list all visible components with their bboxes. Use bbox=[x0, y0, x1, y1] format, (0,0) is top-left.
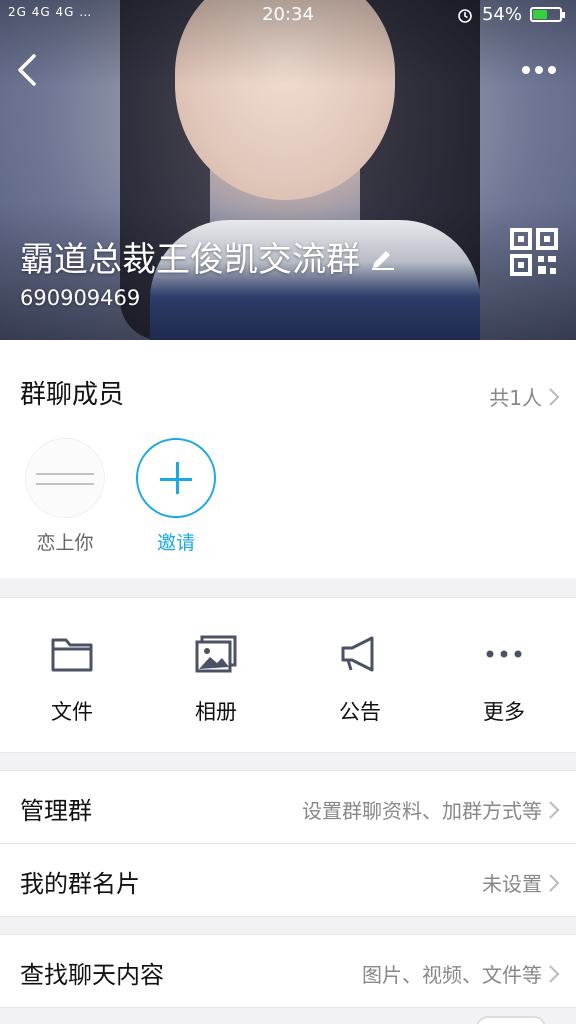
more-icon bbox=[486, 650, 522, 658]
avatar-scribble bbox=[36, 483, 94, 485]
qr-code-button[interactable] bbox=[510, 228, 558, 276]
qr-code-icon bbox=[510, 228, 558, 276]
manage-group-row[interactable]: 管理群 设置群聊资料、加群方式等 bbox=[0, 771, 576, 844]
invite-member-button[interactable]: 邀请 bbox=[126, 438, 226, 555]
group-id: 690909469 bbox=[20, 286, 141, 310]
action-label: 公告 bbox=[339, 700, 381, 724]
album-icon bbox=[195, 635, 237, 673]
settings-list: 管理群 设置群聊资料、加群方式等 我的群名片 未设置 bbox=[0, 770, 576, 917]
toggle-switch[interactable] bbox=[476, 1016, 546, 1024]
battery-fill bbox=[533, 10, 548, 19]
status-right: 54% bbox=[456, 4, 565, 25]
my-group-card-value-wrap: 未设置 bbox=[482, 868, 560, 897]
chevron-right-icon bbox=[549, 873, 560, 892]
more-dot-icon bbox=[535, 66, 543, 74]
chevron-right-icon bbox=[549, 387, 560, 406]
actions-bar: 文件 相册 公告 更多 bbox=[0, 597, 576, 753]
battery-percent: 54% bbox=[481, 4, 522, 25]
chevron-right-icon bbox=[549, 964, 560, 983]
my-group-card-row[interactable]: 我的群名片 未设置 bbox=[0, 844, 576, 917]
my-group-card-label: 我的群名片 bbox=[20, 870, 140, 898]
manage-group-value-wrap: 设置群聊资料、加群方式等 bbox=[302, 795, 560, 824]
alarm-icon bbox=[458, 8, 472, 23]
members-section: 群聊成员 共1人 恋上你 邀请 bbox=[0, 340, 576, 578]
folder-icon bbox=[51, 638, 93, 672]
status-bar: 2G 4G 4G … 20:34 54% bbox=[0, 0, 576, 30]
invite-label: 邀请 bbox=[156, 532, 195, 554]
search-list: 查找聊天内容 图片、视频、文件等 bbox=[0, 934, 576, 1008]
members-count-link[interactable]: 共1人 bbox=[489, 382, 560, 411]
avatar bbox=[25, 438, 105, 518]
battery-icon bbox=[530, 7, 565, 22]
members-title: 群聊成员 bbox=[20, 380, 125, 410]
action-announcement[interactable]: 公告 bbox=[288, 634, 432, 726]
action-label: 文件 bbox=[51, 700, 93, 724]
back-button[interactable] bbox=[12, 52, 42, 88]
more-options-button[interactable] bbox=[522, 60, 562, 80]
member-name: 恋上你 bbox=[36, 532, 94, 554]
manage-group-label: 管理群 bbox=[20, 797, 92, 825]
search-chat-row[interactable]: 查找聊天内容 图片、视频、文件等 bbox=[0, 935, 576, 1008]
avatar-scribble bbox=[36, 473, 94, 475]
edit-icon[interactable] bbox=[370, 244, 396, 270]
more-dot-icon bbox=[548, 66, 556, 74]
members-count: 共1人 bbox=[489, 386, 542, 410]
chevron-right-icon bbox=[549, 800, 560, 819]
search-chat-label: 查找聊天内容 bbox=[20, 961, 164, 989]
group-name: 霸道总裁王俊凯交流群 bbox=[20, 240, 360, 280]
my-group-card-value: 未设置 bbox=[482, 872, 542, 896]
action-files[interactable]: 文件 bbox=[0, 634, 144, 726]
action-album[interactable]: 相册 bbox=[144, 634, 288, 726]
announcement-icon bbox=[341, 636, 374, 672]
action-label: 更多 bbox=[483, 700, 525, 724]
back-arrow-icon bbox=[18, 54, 36, 86]
search-chat-value-wrap: 图片、视频、文件等 bbox=[362, 959, 560, 988]
plus-icon bbox=[136, 438, 216, 518]
more-dot-icon bbox=[522, 66, 530, 74]
manage-group-value: 设置群聊资料、加群方式等 bbox=[302, 799, 542, 823]
member-item[interactable]: 恋上你 bbox=[15, 438, 115, 555]
group-name-row[interactable]: 霸道总裁王俊凯交流群 bbox=[20, 232, 396, 281]
action-label: 相册 bbox=[195, 700, 237, 724]
search-chat-value: 图片、视频、文件等 bbox=[362, 963, 542, 987]
action-more[interactable]: 更多 bbox=[432, 634, 576, 726]
